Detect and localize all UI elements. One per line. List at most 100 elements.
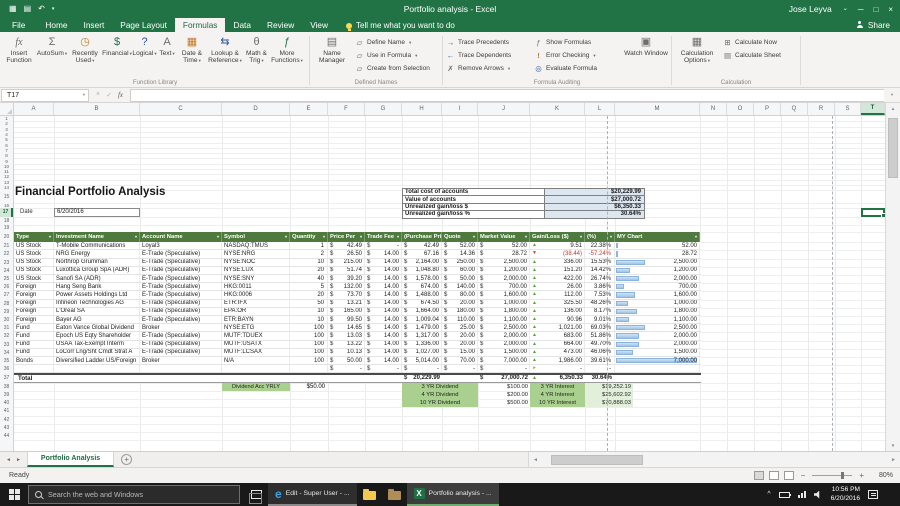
- cell-symbol[interactable]: NYSE:NOC: [222, 258, 290, 266]
- dividend-acc-value-cell[interactable]: $50.00: [290, 383, 328, 391]
- cell-chart[interactable]: 700.00: [615, 283, 700, 291]
- normal-view-button[interactable]: [753, 471, 764, 480]
- tab-data[interactable]: Data: [225, 18, 259, 32]
- column-header-Q[interactable]: Q: [781, 103, 808, 115]
- action-center-icon[interactable]: [868, 490, 878, 499]
- cell-type[interactable]: Fund: [14, 324, 54, 332]
- cell-chart[interactable]: 1,500.00: [615, 348, 700, 356]
- cell-purchase[interactable]: $67.16: [402, 250, 442, 258]
- cell-fee[interactable]: $14.00: [365, 357, 402, 365]
- cell-price[interactable]: $13.21: [328, 299, 365, 307]
- cell-market[interactable]: $28.72: [478, 250, 530, 258]
- row-header-33[interactable]: 33: [0, 341, 13, 349]
- filter-caret-icon[interactable]: ▾: [610, 234, 612, 239]
- cell-account[interactable]: E-Trade (Speculative): [140, 283, 222, 291]
- date-time-button[interactable]: ▦ Date & Time▾: [177, 34, 207, 78]
- cell-pct[interactable]: 26.74%: [585, 275, 615, 283]
- tab-view[interactable]: View: [302, 18, 336, 32]
- table-column-header[interactable]: Market Value ▾: [478, 231, 530, 243]
- cell-type[interactable]: Foreign: [14, 283, 54, 291]
- cell-pct[interactable]: 46.06%: [585, 348, 615, 356]
- table-column-header[interactable]: Quantity ▾: [290, 231, 328, 243]
- row-header-29[interactable]: 29: [0, 308, 13, 316]
- cell-account[interactable]: E-Trade (Speculative): [140, 258, 222, 266]
- taskbar-clock[interactable]: 10:56 PM 6/20/2016: [831, 486, 860, 502]
- insert-function-button[interactable]: fx Insert Function: [2, 34, 36, 78]
- select-all-corner[interactable]: [0, 103, 14, 115]
- tab-home[interactable]: Home: [37, 18, 75, 32]
- row-header-22[interactable]: 22: [0, 250, 13, 258]
- cell-name[interactable]: L'Oreal SA: [54, 307, 140, 315]
- taskbar-app-file-explorer[interactable]: [357, 483, 382, 506]
- cell-price[interactable]: $13.03: [328, 332, 365, 340]
- row-header-38[interactable]: 38: [0, 383, 13, 391]
- table-row[interactable]: Fund Eaton Vance Global Dividend Broker NYS…: [0, 324, 701, 333]
- cell-type[interactable]: US Stock: [14, 242, 54, 250]
- interest-label-cell[interactable]: 3 YR Interest: [530, 382, 585, 391]
- cell-chart[interactable]: 1,100.00: [615, 316, 700, 324]
- cell-quote[interactable]: $180.00: [442, 307, 478, 315]
- column-header-B[interactable]: B: [54, 103, 140, 115]
- column-header-P[interactable]: P: [754, 103, 781, 115]
- cell-pct[interactable]: 69.03%: [585, 324, 615, 332]
- math-trig-button[interactable]: θ Math & Trig▾: [243, 34, 270, 78]
- trace-precedents-button[interactable]: → Trace Precedents: [444, 36, 532, 49]
- cell-type[interactable]: Bonds: [14, 357, 54, 365]
- cell-symbol[interactable]: NYSE:SNY: [222, 275, 290, 283]
- cell-account[interactable]: E-Trade (Speculative): [140, 332, 222, 340]
- cell-pct[interactable]: 9.01%: [585, 316, 615, 324]
- row-header-37[interactable]: 37: [0, 373, 13, 383]
- column-header-M[interactable]: M: [615, 103, 700, 115]
- cell-quote[interactable]: $50.00: [442, 275, 478, 283]
- column-header-F[interactable]: F: [328, 103, 365, 115]
- cell-name[interactable]: Northrop Grumman: [54, 258, 140, 266]
- cell-price[interactable]: $14.65: [328, 324, 365, 332]
- dividend-label-cell[interactable]: 10 YR Dividend: [402, 399, 478, 408]
- cell-pct[interactable]: 7.53%: [585, 291, 615, 299]
- cell-symbol[interactable]: HKG:0006: [222, 291, 290, 299]
- cell-purchase[interactable]: $1,009.04: [402, 316, 442, 324]
- row-header-20[interactable]: 20: [0, 232, 13, 243]
- column-header-S[interactable]: S: [835, 103, 861, 115]
- cell-total-pct[interactable]: 30.64%: [585, 375, 615, 382]
- cell-name[interactable]: NRG Energy: [54, 250, 140, 258]
- cell-quote[interactable]: $110.00: [442, 316, 478, 324]
- column-header-H[interactable]: H: [402, 103, 442, 115]
- filter-caret-icon[interactable]: ▾: [525, 234, 527, 239]
- cell-purchase[interactable]: $1,488.00: [402, 291, 442, 299]
- table-row[interactable]: Foreign Infineon Technologies AG E-Trade (…: [0, 299, 701, 308]
- column-header-J[interactable]: J: [478, 103, 530, 115]
- row-header-24[interactable]: 24: [0, 267, 13, 275]
- cell-quote[interactable]: $ -: [442, 365, 478, 373]
- taskbar-app-folder[interactable]: [382, 483, 407, 506]
- cell-purchase[interactable]: $674.50: [402, 299, 442, 307]
- row-header-17[interactable]: 17: [0, 208, 13, 217]
- cell-name[interactable]: Epoch US Eqty Shareholder: [54, 332, 140, 340]
- column-header-R[interactable]: R: [808, 103, 835, 115]
- cell-chart[interactable]: 2,000.00: [615, 275, 700, 283]
- autosum-button[interactable]: Σ AutoSum▾: [36, 34, 68, 78]
- filter-caret-icon[interactable]: ▾: [323, 234, 325, 239]
- page-break-view-button[interactable]: [783, 471, 794, 480]
- cell-quote[interactable]: $52.00: [442, 242, 478, 250]
- zoom-out-button[interactable]: −: [799, 471, 808, 480]
- cell-qty[interactable]: 100: [290, 357, 328, 365]
- cell-chart[interactable]: 28.72: [615, 250, 700, 258]
- lookup-reference-button[interactable]: ⇆ Lookup & Reference▾: [207, 34, 243, 78]
- cell-account[interactable]: E-Trade (Speculative): [140, 266, 222, 274]
- sheet-nav-right-icon[interactable]: ►: [16, 457, 21, 463]
- cell-price[interactable]: $51.74: [328, 266, 365, 274]
- cell-market[interactable]: $1,800.00: [478, 307, 530, 315]
- column-header-D[interactable]: D: [222, 103, 290, 115]
- cell-pct[interactable]: -: [585, 365, 615, 373]
- table-row[interactable]: $ - $ - $ - $ - $ - ► - -: [0, 365, 701, 374]
- cell-gain[interactable]: ▲ 473.00: [530, 348, 585, 356]
- tab-page-layout[interactable]: Page Layout: [112, 18, 175, 32]
- horizontal-scrollbar[interactable]: ◄ ►: [528, 452, 900, 467]
- cell-symbol[interactable]: MUTF:LCSAX: [222, 348, 290, 356]
- expand-formula-bar-icon[interactable]: ▾: [884, 92, 900, 98]
- enter-icon[interactable]: ✓: [106, 91, 112, 99]
- cell-gain[interactable]: ▲ 90.96: [530, 316, 585, 324]
- cell-pct[interactable]: -57.24%: [585, 250, 615, 258]
- cell-quote[interactable]: $20.00: [442, 299, 478, 307]
